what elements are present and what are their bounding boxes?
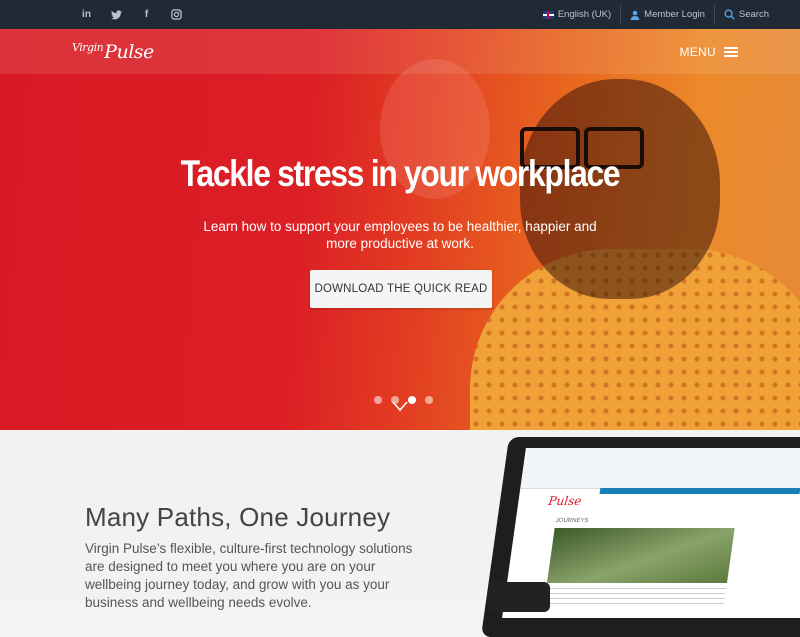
search-icon [724,9,735,20]
language-label: English (UK) [557,9,612,20]
twitter-icon[interactable] [111,9,122,20]
member-login-link[interactable]: Member Login [620,5,714,24]
main-nav: VirginPulse MENU [0,29,800,74]
top-utility-bar: in f English (UK) Member Login Search [0,0,800,29]
member-login-label: Member Login [644,9,705,20]
utility-links: English (UK) Member Login Search [534,0,778,29]
linkedin-icon[interactable]: in [81,9,92,20]
social-links: in f [81,0,182,29]
carousel-dot-active[interactable] [408,396,416,404]
scroll-down-chevron-icon[interactable] [392,399,408,413]
hero-subtext: Learn how to support your employees to b… [203,219,597,251]
hero-banner: VirginPulse MENU Tackle stress in your w… [0,29,800,430]
section-heading: Many Paths, One Journey [85,502,391,532]
download-quick-read-button[interactable]: DOWNLOAD THE QUICK READ [310,270,492,308]
carousel-dot[interactable] [374,396,382,404]
hamburger-icon[interactable] [724,47,738,57]
hero-headline: Tackle stress in your workplace [180,153,621,194]
search-label: Search [738,9,769,20]
search-link[interactable]: Search [713,5,778,24]
section-paragraph: Virgin Pulse’s flexible, culture-first t… [85,541,413,610]
language-selector[interactable]: English (UK) [534,5,620,24]
virgin-pulse-logo[interactable]: VirginPulse [72,41,154,63]
user-icon [630,10,640,20]
phone-mockup-image [488,582,550,612]
facebook-icon[interactable]: f [141,9,152,20]
carousel-dot[interactable] [425,396,433,404]
uk-flag-icon [542,10,554,19]
menu-label: MENU [679,45,716,59]
instagram-icon[interactable] [171,9,182,20]
